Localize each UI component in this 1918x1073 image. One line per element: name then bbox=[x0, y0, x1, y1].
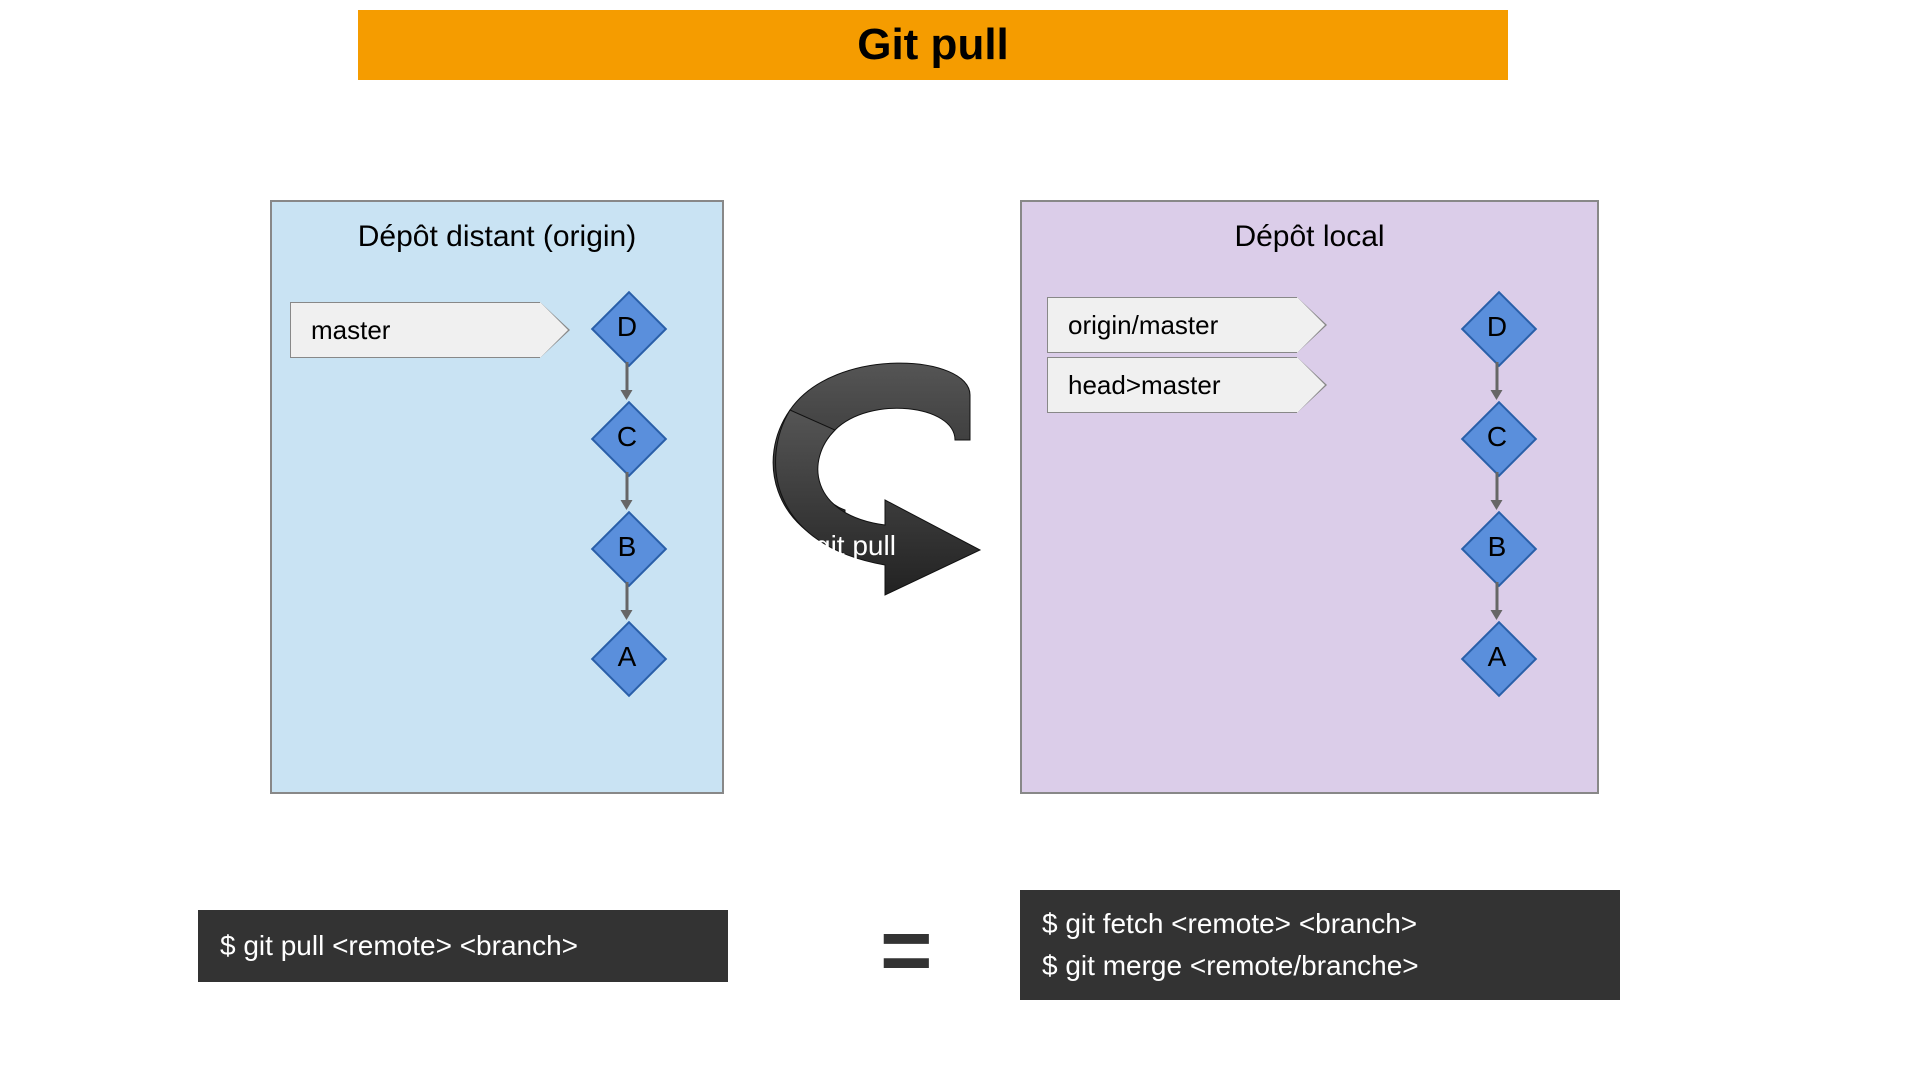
git-pull-arrow-icon bbox=[755, 350, 1015, 610]
local-branch-label-head-master: head>master bbox=[1047, 357, 1297, 413]
commit-node: B bbox=[1462, 512, 1532, 582]
diagram-root: Git pull Dépôt distant (origin) master D… bbox=[0, 0, 1918, 1073]
commit-arrow-icon bbox=[1496, 362, 1499, 392]
commit-letter: C bbox=[592, 402, 662, 472]
command-right-box: $ git fetch <remote> <branch> $ git merg… bbox=[1020, 890, 1620, 1000]
commit-node: D bbox=[592, 292, 662, 362]
commit-letter: A bbox=[592, 622, 662, 692]
remote-branch-label: master bbox=[290, 302, 540, 358]
commit-node: C bbox=[1462, 402, 1532, 472]
commit-arrow-icon bbox=[626, 582, 629, 612]
commit-node: B bbox=[592, 512, 662, 582]
local-depot-title: Dépôt local bbox=[1022, 220, 1597, 254]
commit-node: C bbox=[592, 402, 662, 472]
command-right-line-1: $ git fetch <remote> <branch> bbox=[1042, 903, 1598, 945]
commit-arrow-icon bbox=[626, 472, 629, 502]
commit-letter: A bbox=[1462, 622, 1532, 692]
git-pull-arrow-label: git pull bbox=[815, 530, 896, 562]
remote-depot-box: Dépôt distant (origin) master D C B A bbox=[270, 200, 724, 794]
commit-letter: B bbox=[592, 512, 662, 582]
local-branch-label-origin-master: origin/master bbox=[1047, 297, 1297, 353]
branch-label-text: head>master bbox=[1068, 370, 1220, 401]
title-bar: Git pull bbox=[358, 10, 1508, 80]
commit-node: D bbox=[1462, 292, 1532, 362]
equals-sign: = bbox=[880, 900, 933, 1003]
commit-node: A bbox=[592, 622, 662, 692]
command-left-text: $ git pull <remote> <branch> bbox=[220, 930, 706, 962]
branch-label-text: master bbox=[311, 315, 390, 346]
page-title: Git pull bbox=[857, 20, 1009, 70]
commit-arrow-icon bbox=[1496, 582, 1499, 612]
local-depot-box: Dépôt local origin/master head>master D … bbox=[1020, 200, 1599, 794]
command-right-line-2: $ git merge <remote/branche> bbox=[1042, 945, 1598, 987]
commit-arrow-icon bbox=[1496, 472, 1499, 502]
commit-arrow-icon bbox=[626, 362, 629, 392]
commit-letter: C bbox=[1462, 402, 1532, 472]
commit-letter: D bbox=[592, 292, 662, 362]
commit-node: A bbox=[1462, 622, 1532, 692]
commit-letter: D bbox=[1462, 292, 1532, 362]
commit-letter: B bbox=[1462, 512, 1532, 582]
command-left-box: $ git pull <remote> <branch> bbox=[198, 910, 728, 982]
remote-depot-title: Dépôt distant (origin) bbox=[272, 220, 722, 254]
branch-label-text: origin/master bbox=[1068, 310, 1218, 341]
